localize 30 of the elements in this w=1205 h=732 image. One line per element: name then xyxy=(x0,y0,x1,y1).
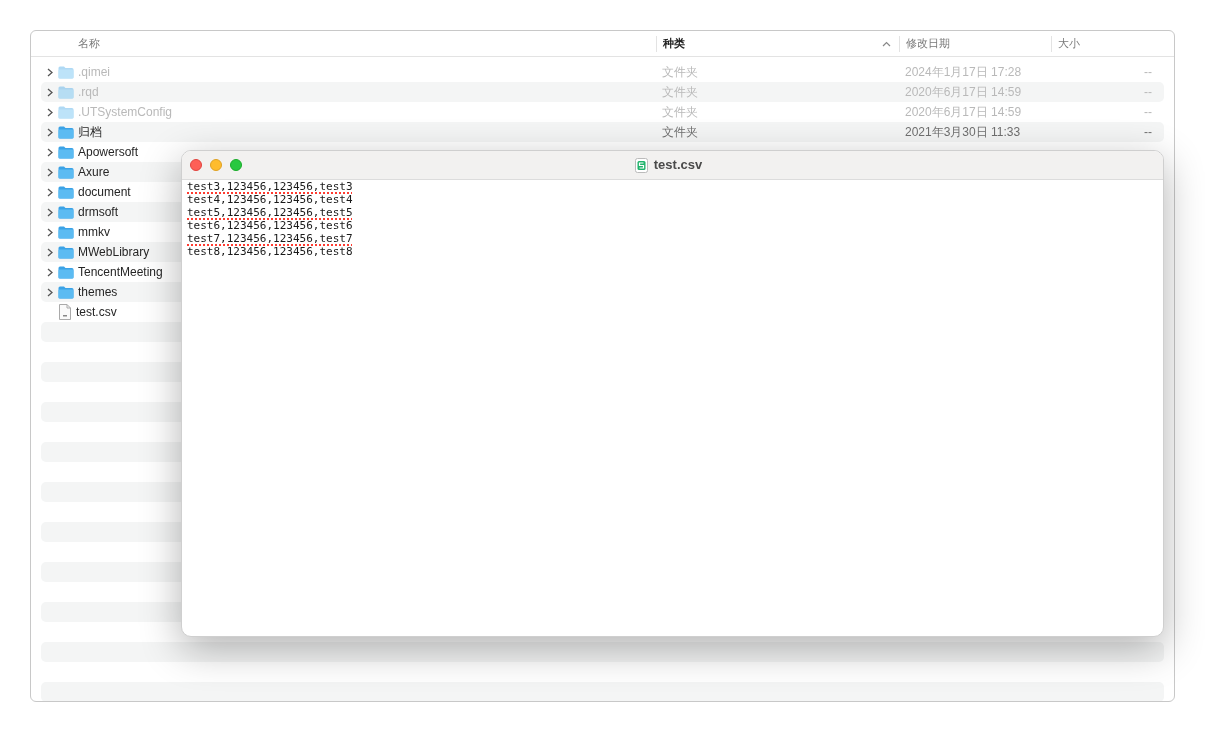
file-size: -- xyxy=(1144,125,1152,139)
file-name: MWebLibrary xyxy=(78,244,150,261)
file-name: mmkv xyxy=(78,224,110,241)
file-name: .UTSystemConfig xyxy=(78,104,173,121)
file-size: -- xyxy=(1144,105,1152,119)
text-line: test5,123456,123456,test5 xyxy=(187,206,353,219)
text-line: test8,123456,123456,test8 xyxy=(187,245,353,258)
file-name: themes xyxy=(78,284,118,301)
file-size: -- xyxy=(1144,65,1152,79)
modified-date: 2024年1月17日 17:28 xyxy=(905,65,1022,79)
window-title: test.csv xyxy=(653,156,703,175)
file-name: .rqd xyxy=(78,84,99,101)
text-line: test7,123456,123456,test7 xyxy=(187,232,353,245)
file-name: document xyxy=(78,184,131,201)
file-name: .qimei xyxy=(78,64,110,81)
file-kind: 文件夹 xyxy=(662,65,698,79)
file-name: drmsoft xyxy=(78,204,118,221)
file-kind: 文件夹 xyxy=(662,125,698,139)
text-line: test4,123456,123456,test4 xyxy=(187,193,353,206)
text-line: test3,123456,123456,test3 xyxy=(187,180,353,193)
modified-date: 2021年3月30日 11:33 xyxy=(905,125,1021,139)
file-name: test.csv xyxy=(76,304,117,321)
modified-date: 2020年6月17日 14:59 xyxy=(905,105,1022,119)
file-size: -- xyxy=(1144,85,1152,99)
file-name: TencentMeeting xyxy=(78,264,163,281)
file-name: Apowersoft xyxy=(78,144,139,161)
text-line: test6,123456,123456,test6 xyxy=(187,219,353,232)
file-kind: 文件夹 xyxy=(662,105,698,119)
file-name: Axure xyxy=(78,164,110,181)
file-name: 归档 xyxy=(78,124,102,141)
